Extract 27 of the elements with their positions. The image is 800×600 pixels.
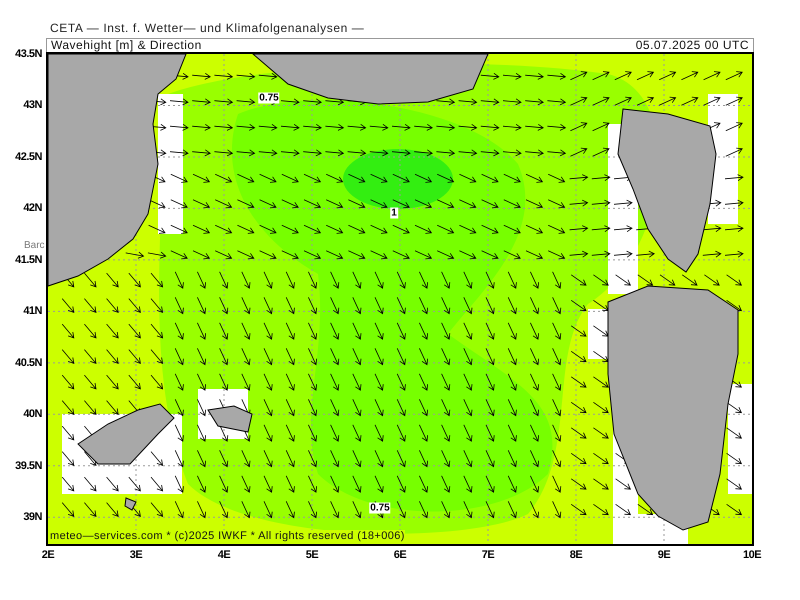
latitude-label: 42N [23,202,42,214]
latitude-label: 41.5N [15,254,42,266]
longitude-label: 8E [570,549,582,561]
contour-label: 1 [390,208,398,218]
longitude-label: 10E [742,549,762,561]
latitude-label: 43.5N [15,48,42,60]
latitude-label: 41N [23,305,42,318]
longitude-label: 2E [42,549,54,561]
header-title: CETA — Inst. f. Wetter— und Klimafolgenanalysen — [50,20,364,36]
copyright-footer: meteo—services.com * (c)2025 IWKF * All rights reserved (18+006) [50,530,405,543]
chart-title: Wavehight [m] & Direction [51,39,202,52]
latitude-label: 43N [23,99,42,112]
longitude-label: 7E [482,549,494,561]
contour-label: 0.75 [258,92,280,104]
latitude-label: 42.5N [15,150,42,163]
longitude-label: 5E [306,549,318,561]
contour-label: 0.75 [369,502,391,514]
longitude-label: 9E [658,549,670,561]
latitude-label: 40.5N [15,356,42,369]
latitude-label: 39N [23,511,42,524]
latitude-label: 39.5N [15,460,42,472]
longitude-label: 6E [394,549,406,561]
latitude-label: 40N [23,408,42,420]
longitude-label: 3E [130,549,142,561]
date-time: 05.07.2025 00 UTC [636,39,749,52]
place-label: Barc [24,240,45,251]
longitude-label: 4E [218,549,230,561]
